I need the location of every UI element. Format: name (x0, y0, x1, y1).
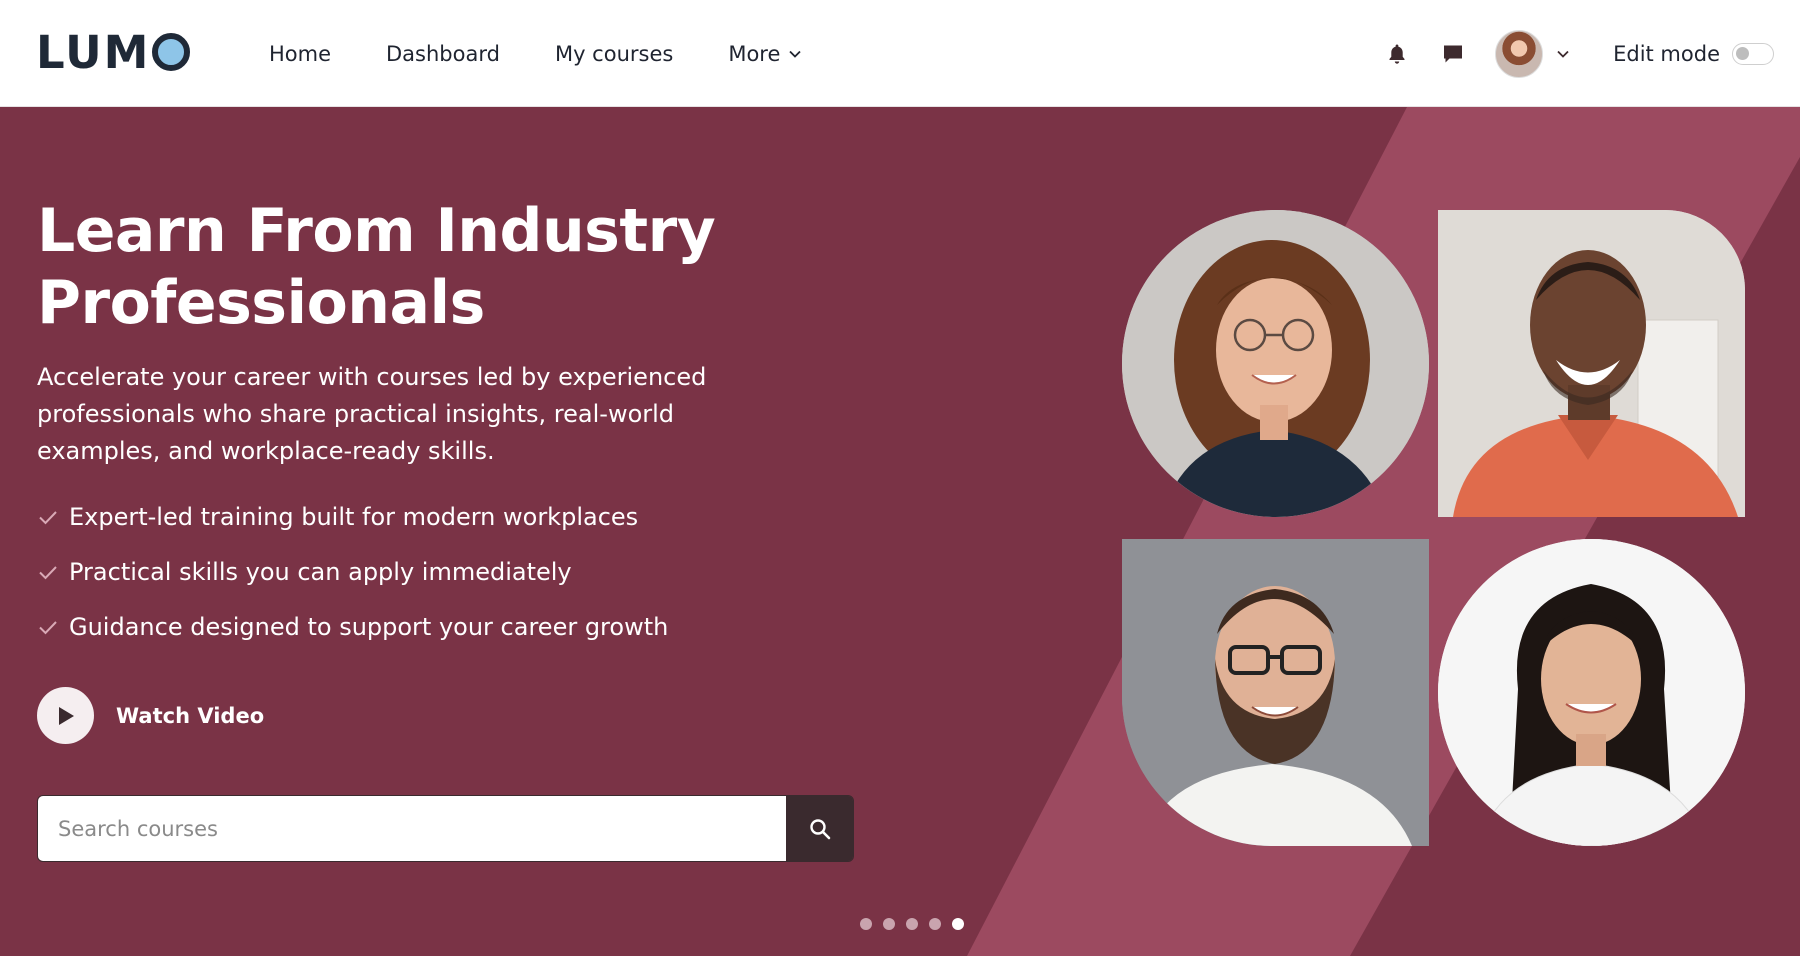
notifications-button[interactable] (1383, 40, 1411, 68)
portrait-illustration (1438, 539, 1745, 846)
list-item: Guidance designed to support your career… (37, 599, 668, 654)
carousel-dot-active[interactable] (952, 918, 964, 930)
check-icon (39, 620, 57, 634)
carousel-indicators (860, 918, 975, 930)
primary-nav: Home Dashboard My courses More (269, 0, 857, 107)
edit-mode-toggle[interactable] (1732, 42, 1774, 65)
navbar: LUM Home Dashboard My courses More Edit … (0, 0, 1800, 107)
check-icon (39, 510, 57, 524)
instructor-photo-4 (1438, 539, 1745, 846)
toggle-knob (1736, 46, 1749, 60)
play-icon (58, 706, 74, 725)
feature-text: Expert-led training built for modern wor… (69, 502, 639, 531)
logo-o-mark (152, 33, 191, 71)
messages-button[interactable] (1439, 40, 1467, 68)
list-item: Practical skills you can apply immediate… (37, 544, 668, 599)
logo-text: LUM (36, 25, 151, 79)
portrait-illustration (1122, 210, 1429, 517)
chevron-down-icon (1557, 50, 1569, 58)
hero-feature-list: Expert-led training built for modern wor… (37, 489, 668, 654)
chat-icon (1444, 45, 1463, 62)
list-item: Expert-led training built for modern wor… (37, 489, 668, 544)
nav-more[interactable]: More (728, 42, 802, 66)
user-menu[interactable] (1495, 29, 1571, 78)
play-button[interactable] (37, 687, 94, 744)
bell-icon (1389, 44, 1405, 64)
carousel-dot[interactable] (929, 918, 941, 930)
avatar (1495, 29, 1544, 78)
carousel-dot[interactable] (883, 918, 895, 930)
nav-more-label: More (728, 41, 781, 66)
site-logo[interactable]: LUM (36, 25, 191, 79)
feature-text: Practical skills you can apply immediate… (69, 557, 572, 586)
edit-mode-control: Edit mode (1613, 42, 1774, 66)
chevron-down-icon (789, 50, 802, 58)
nav-my-courses[interactable]: My courses (555, 42, 673, 66)
edit-mode-label: Edit mode (1613, 41, 1720, 66)
hero-title: Learn From Industry Professionals (37, 196, 716, 338)
nav-home[interactable]: Home (269, 42, 331, 66)
carousel-dot[interactable] (906, 918, 918, 930)
instructor-photo-3 (1122, 539, 1429, 846)
hero-section: Learn From Industry Professionals Accele… (0, 107, 1800, 956)
watch-video-button[interactable]: Watch Video (37, 687, 264, 744)
instructor-photo-1 (1122, 210, 1429, 517)
portrait-illustration (1438, 210, 1745, 517)
search-input[interactable] (38, 796, 786, 861)
course-search (37, 795, 854, 862)
portrait-illustration (1122, 539, 1429, 846)
instructor-photo-2 (1438, 210, 1745, 517)
watch-video-label: Watch Video (116, 703, 265, 728)
carousel-dot[interactable] (860, 918, 872, 930)
search-button[interactable] (786, 796, 853, 861)
hero-description: Accelerate your career with courses led … (37, 363, 707, 465)
search-icon (809, 818, 830, 839)
nav-dashboard[interactable]: Dashboard (386, 42, 500, 66)
feature-text: Guidance designed to support your career… (69, 612, 669, 641)
check-icon (39, 565, 57, 579)
nav-right: Edit mode (1383, 0, 1774, 107)
